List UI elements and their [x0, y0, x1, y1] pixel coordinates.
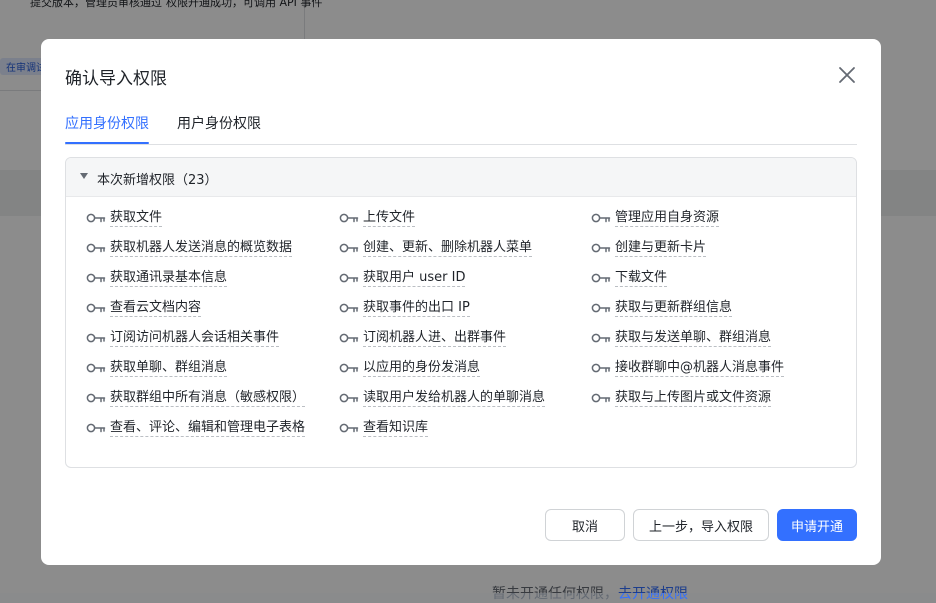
permission-item: 获取文件: [86, 209, 163, 227]
permission-tabs: 应用身份权限 用户身份权限: [65, 113, 857, 145]
key-icon: [591, 242, 611, 254]
permission-label[interactable]: 获取与更新群组信息: [615, 299, 733, 317]
key-icon: [86, 362, 106, 374]
permission-item: 管理应用自身资源: [591, 209, 720, 227]
key-icon: [86, 212, 106, 224]
permission-item: 获取与上传图片或文件资源: [591, 389, 772, 407]
new-permissions-title: 本次新增权限（23）: [97, 173, 218, 188]
new-permissions-panel: 本次新增权限（23） 获取文件 上传文件 管理应用自身资源获取机器人发送消息的概览数…: [65, 157, 857, 468]
key-icon: [339, 392, 359, 404]
key-icon: [591, 272, 611, 284]
permission-item: 获取通讯录基本信息: [86, 269, 228, 287]
permission-label[interactable]: 管理应用自身资源: [615, 209, 720, 227]
tab-user-identity-permissions[interactable]: 用户身份权限: [177, 113, 261, 133]
back-import-button[interactable]: 上一步，导入权限: [633, 509, 769, 541]
permission-item: 创建与更新卡片: [591, 239, 707, 257]
permission-item: 订阅机器人进、出群事件: [339, 329, 507, 347]
permission-label[interactable]: 下载文件: [615, 269, 668, 287]
permission-label[interactable]: 查看知识库: [363, 419, 429, 437]
permission-label[interactable]: 接收群聊中@机器人消息事件: [615, 359, 785, 377]
permission-label[interactable]: 读取用户发给机器人的单聊消息: [363, 389, 546, 407]
dialog-title: 确认导入权限: [65, 69, 167, 89]
permission-label[interactable]: 创建、更新、删除机器人菜单: [363, 239, 533, 257]
permission-item: 以应用的身份发消息: [339, 359, 481, 377]
permission-label[interactable]: 获取用户 user ID: [363, 269, 466, 287]
permission-label[interactable]: 获取机器人发送消息的概览数据: [110, 239, 293, 257]
permission-label[interactable]: 查看、评论、编辑和管理电子表格: [110, 419, 306, 437]
key-icon: [86, 332, 106, 344]
permission-label[interactable]: 以应用的身份发消息: [363, 359, 481, 377]
permission-label[interactable]: 查看云文档内容: [110, 299, 202, 317]
permission-label[interactable]: 创建与更新卡片: [615, 239, 707, 257]
key-icon: [339, 302, 359, 314]
permission-label[interactable]: 获取单聊、群组消息: [110, 359, 228, 377]
confirm-import-permissions-dialog: 确认导入权限 应用身份权限 用户身份权限 本次新增权限（23） 获取文件 上传文件…: [41, 39, 881, 565]
permission-item: 查看、评论、编辑和管理电子表格: [86, 419, 306, 437]
permission-label[interactable]: 获取与发送单聊、群组消息: [615, 329, 772, 347]
key-icon: [86, 272, 106, 284]
key-icon: [339, 332, 359, 344]
permission-item: 查看云文档内容: [86, 299, 202, 317]
key-icon: [339, 422, 359, 434]
key-icon: [339, 272, 359, 284]
permission-label[interactable]: 订阅访问机器人会话相关事件: [110, 329, 280, 347]
permission-item: 获取机器人发送消息的概览数据: [86, 239, 293, 257]
close-icon[interactable]: [837, 65, 857, 85]
permission-item: 获取单聊、群组消息: [86, 359, 228, 377]
key-icon: [339, 242, 359, 254]
key-icon: [591, 362, 611, 374]
permission-label[interactable]: 获取群组中所有消息（敏感权限）: [110, 389, 306, 407]
new-permissions-header[interactable]: 本次新增权限（23）: [66, 158, 856, 197]
permission-label[interactable]: 获取文件: [110, 209, 163, 227]
permission-item: 下载文件: [591, 269, 668, 287]
permission-item: 获取用户 user ID: [339, 269, 466, 287]
key-icon: [86, 242, 106, 254]
key-icon: [591, 392, 611, 404]
permission-item: 获取群组中所有消息（敏感权限）: [86, 389, 306, 407]
permission-label[interactable]: 获取通讯录基本信息: [110, 269, 228, 287]
key-icon: [339, 212, 359, 224]
apply-button[interactable]: 申请开通: [777, 509, 857, 541]
permission-label[interactable]: 获取事件的出口 IP: [363, 299, 470, 317]
permission-item: 读取用户发给机器人的单聊消息: [339, 389, 546, 407]
key-icon: [591, 212, 611, 224]
permission-item: 获取与更新群组信息: [591, 299, 733, 317]
key-icon: [86, 302, 106, 314]
permission-item: 上传文件: [339, 209, 416, 227]
tab-app-identity-permissions[interactable]: 应用身份权限: [65, 113, 149, 133]
key-icon: [591, 332, 611, 344]
permission-label[interactable]: 上传文件: [363, 209, 416, 227]
permission-item: 接收群聊中@机器人消息事件: [591, 359, 785, 377]
key-icon: [86, 422, 106, 434]
caret-down-icon: [80, 173, 88, 179]
key-icon: [591, 302, 611, 314]
permission-item: 订阅访问机器人会话相关事件: [86, 329, 280, 347]
active-tab-indicator: [65, 142, 149, 144]
permission-item: 获取事件的出口 IP: [339, 299, 470, 317]
permission-label[interactable]: 获取与上传图片或文件资源: [615, 389, 772, 407]
permission-item: 获取与发送单聊、群组消息: [591, 329, 772, 347]
permission-item: 创建、更新、删除机器人菜单: [339, 239, 533, 257]
cancel-button[interactable]: 取消: [545, 509, 625, 541]
permission-label[interactable]: 订阅机器人进、出群事件: [363, 329, 507, 347]
permission-item: 查看知识库: [339, 419, 429, 437]
key-icon: [339, 362, 359, 374]
key-icon: [86, 392, 106, 404]
